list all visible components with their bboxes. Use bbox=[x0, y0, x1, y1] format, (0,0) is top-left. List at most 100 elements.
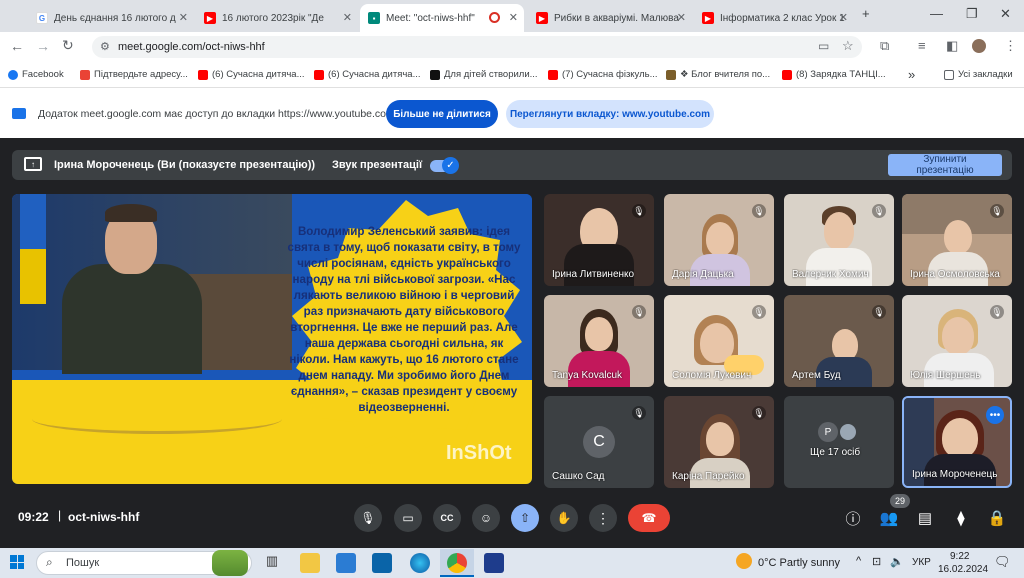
present-button[interactable]: ⇧ bbox=[511, 504, 539, 532]
back-icon[interactable]: ← bbox=[10, 38, 24, 54]
camera-button[interactable]: ▭ bbox=[394, 504, 422, 532]
media-icon[interactable]: ≡ bbox=[918, 38, 926, 53]
participant-name: Ірина Литвиненко bbox=[552, 269, 635, 280]
end-call-button[interactable]: ☎ bbox=[628, 504, 670, 532]
more-options-icon[interactable]: ••• bbox=[986, 406, 1004, 424]
mic-off-icon: 🎙 bbox=[990, 204, 1004, 218]
video-camera-icon: ▭ bbox=[402, 511, 414, 525]
participant-tile[interactable]: С 🎙 Сашко Сад bbox=[544, 396, 654, 488]
taskbar-date[interactable]: 16.02.2024 bbox=[938, 564, 988, 575]
close-icon[interactable]: ✕ bbox=[509, 11, 518, 24]
forward-icon[interactable]: → bbox=[36, 38, 50, 54]
close-icon[interactable]: ✕ bbox=[343, 11, 352, 24]
participant-tile[interactable]: 🎙 Ірина Литвиненко bbox=[544, 194, 654, 286]
bookmark-gmail[interactable]: Підтвердьте адресу... bbox=[80, 69, 188, 80]
weather-icon[interactable] bbox=[736, 553, 752, 569]
captions-button[interactable]: CC bbox=[433, 504, 461, 532]
url-text[interactable]: meet.google.com/oct-niws-hhf bbox=[118, 41, 265, 53]
site-info-icon[interactable]: ⚙ bbox=[100, 40, 110, 53]
close-icon[interactable]: ✕ bbox=[677, 11, 686, 24]
tab-google[interactable]: G День єднання 16 лютого д ✕ bbox=[28, 4, 194, 32]
self-view-tile[interactable]: ••• Ірина Мороченець bbox=[902, 396, 1012, 488]
people-icon[interactable]: 👥 bbox=[878, 507, 900, 529]
mic-off-icon: 🎙 bbox=[990, 305, 1004, 319]
windows-start-icon[interactable] bbox=[10, 555, 24, 569]
mic-off-icon: 🎙 bbox=[632, 305, 646, 319]
activities-icon[interactable]: ⧫ bbox=[950, 507, 972, 529]
taskbar-time[interactable]: 9:22 bbox=[950, 551, 969, 562]
volume-icon[interactable]: 🔈 bbox=[890, 555, 904, 568]
participant-tile[interactable]: 🎙 Tanya Kovalcuk bbox=[544, 295, 654, 387]
store-icon[interactable] bbox=[336, 553, 356, 573]
mic-off-icon: 🎙 bbox=[872, 305, 886, 319]
more-options-button[interactable]: ⋮ bbox=[589, 504, 617, 532]
more-bookmarks-icon[interactable]: » bbox=[908, 67, 915, 82]
edge-icon[interactable] bbox=[410, 553, 430, 573]
bookmark-blog[interactable]: ❖ Блог вчителя по... bbox=[666, 69, 770, 80]
extensions-icon[interactable]: ⧉ bbox=[880, 38, 889, 54]
app-icon[interactable] bbox=[484, 553, 504, 573]
tab-youtube-3[interactable]: ▶ Інформатика 2 клас Урок 1 ✕ bbox=[694, 4, 854, 32]
gmail-icon bbox=[80, 69, 90, 80]
more-participants-label: Ще 17 осіб bbox=[810, 447, 861, 458]
all-bookmarks[interactable]: Усі закладки bbox=[944, 69, 1013, 80]
new-tab-icon[interactable]: + bbox=[862, 6, 870, 21]
stop-sharing-button[interactable]: Більше не ділитися bbox=[386, 100, 498, 128]
youtube-icon: ▶ bbox=[536, 12, 548, 24]
mic-button[interactable]: 🎙 bbox=[354, 504, 382, 532]
tab-youtube-2[interactable]: ▶ Рибки в акваріумі. Малюва ✕ bbox=[528, 4, 692, 32]
participant-tile[interactable]: 🎙 Каріна Парейко bbox=[664, 396, 774, 488]
maximize-icon[interactable]: ❐ bbox=[966, 6, 978, 22]
mic-off-icon: 🎙 bbox=[752, 406, 766, 420]
president-hair bbox=[105, 204, 157, 222]
flag-icon bbox=[20, 194, 46, 304]
camera-icon[interactable]: ▭ bbox=[818, 39, 829, 53]
weather-text[interactable]: 0°C Partly sunny bbox=[758, 557, 840, 569]
language-indicator[interactable]: УКР bbox=[912, 557, 931, 568]
reload-icon[interactable]: ↻ bbox=[62, 37, 74, 54]
share-notice-text: Додаток meet.google.com має доступ до вк… bbox=[38, 108, 395, 120]
participant-tile[interactable]: 🎙 Соломія Лукович bbox=[664, 295, 774, 387]
participant-tile[interactable]: 🎙 Валерчик Хомич bbox=[784, 194, 894, 286]
bookmark-yt-2[interactable]: (6) Сучасна дитяча... bbox=[314, 69, 421, 80]
menu-icon[interactable]: ⋮ bbox=[1004, 38, 1017, 54]
tab-meet[interactable]: ▪ Meet: "oct-niws-hhf" ✕ bbox=[360, 4, 524, 32]
participant-tile[interactable]: 🎙 Артем Буд bbox=[784, 295, 894, 387]
bookmark-yt-3[interactable]: (7) Сучасна фізкуль... bbox=[548, 69, 658, 80]
mail-icon[interactable] bbox=[372, 553, 392, 573]
participant-tile[interactable]: 🎙 Ірина Осмоловська bbox=[902, 194, 1012, 286]
reactions-button[interactable]: ☺ bbox=[472, 504, 500, 532]
file-explorer-icon[interactable] bbox=[300, 553, 320, 573]
bookmark-facebook[interactable]: Facebook bbox=[8, 69, 64, 80]
info-icon[interactable]: ⓘ bbox=[842, 507, 864, 529]
bookmark-yt-4[interactable]: (8) Зарядка ТАНЦІ... bbox=[782, 69, 886, 80]
bookmark-yt-1[interactable]: (6) Сучасна дитяча... bbox=[198, 69, 305, 80]
profile-avatar[interactable] bbox=[972, 39, 986, 53]
minimize-icon[interactable]: — bbox=[930, 6, 943, 21]
task-view-icon[interactable]: ▥ bbox=[262, 553, 282, 573]
raise-hand-button[interactable]: ✋ bbox=[550, 504, 578, 532]
presentation-sound-label: Звук презентації bbox=[332, 159, 423, 171]
participant-avatar: Р bbox=[818, 422, 838, 442]
participant-tile[interactable]: 🎙 Юлія Шершень bbox=[902, 295, 1012, 387]
window-close-icon[interactable]: ✕ bbox=[1000, 6, 1011, 22]
participant-tile[interactable]: 🎙 Дарія Дацька bbox=[664, 194, 774, 286]
chat-icon[interactable]: ▤ bbox=[914, 507, 936, 529]
more-participants-tile[interactable]: Р Ще 17 осіб bbox=[784, 396, 894, 488]
mic-off-icon: 🎙 bbox=[632, 204, 646, 218]
mic-off-icon: 🎙 bbox=[632, 406, 646, 420]
tab-youtube-1[interactable]: ▶ 16 лютого 2023рік "Де ✕ bbox=[196, 4, 358, 32]
view-tab-button[interactable]: Переглянути вкладку: www.youtube.com bbox=[506, 100, 714, 128]
bookmark-news[interactable]: Для дітей створили... bbox=[430, 69, 538, 80]
close-icon[interactable]: ✕ bbox=[179, 11, 188, 24]
star-icon[interactable]: ☆ bbox=[842, 38, 854, 54]
notifications-icon[interactable]: 🗨 bbox=[994, 554, 1011, 570]
sidepanel-icon[interactable]: ◧ bbox=[946, 38, 958, 54]
close-icon[interactable]: ✕ bbox=[839, 11, 848, 24]
youtube-icon: ▶ bbox=[204, 12, 216, 24]
participant-name: Ірина Осмоловська bbox=[910, 269, 1000, 280]
stop-presenting-button[interactable]: Зупинити презентацію bbox=[888, 154, 1002, 176]
network-icon[interactable]: ⊡ bbox=[872, 555, 881, 568]
host-controls-icon[interactable]: 🔒 bbox=[986, 507, 1008, 529]
tray-chevron-icon[interactable]: ^ bbox=[856, 555, 861, 567]
